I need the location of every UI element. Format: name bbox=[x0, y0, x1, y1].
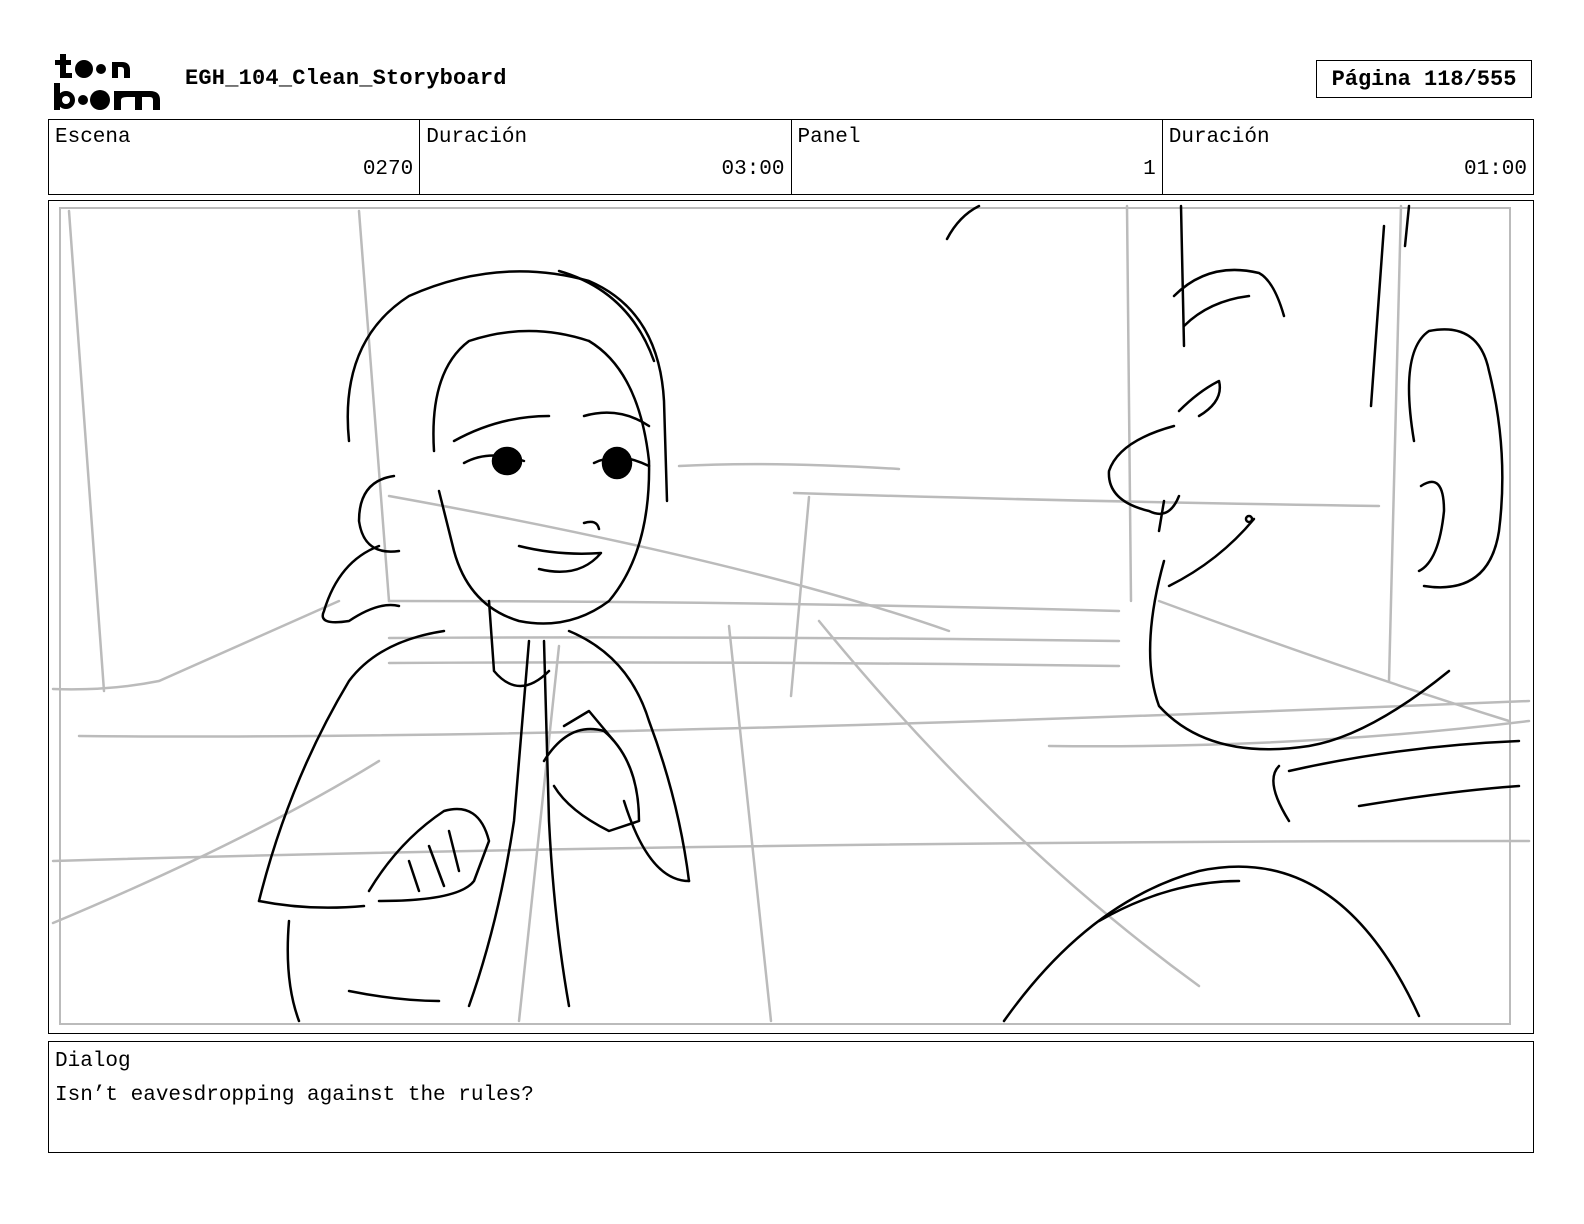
dialog-label: Dialog bbox=[55, 1050, 131, 1073]
storyboard-panel bbox=[48, 200, 1534, 1034]
safe-frame bbox=[59, 207, 1511, 1025]
scene-info-row: Escena 0270 Duración 03:00 Panel 1 Durac… bbox=[48, 119, 1534, 195]
panel-duration-value: 01:00 bbox=[1463, 158, 1527, 181]
background-guides bbox=[51, 204, 1531, 1023]
panel-duration-cell: Duración 01:00 bbox=[1163, 120, 1533, 194]
panel-label: Panel bbox=[797, 126, 861, 149]
scene-duration-label: Duración bbox=[426, 126, 528, 149]
girl-character bbox=[257, 269, 691, 1023]
panel-sketch bbox=[51, 204, 1531, 1025]
toon-boom-logo bbox=[54, 54, 160, 110]
scene-duration-value: 03:00 bbox=[721, 158, 785, 181]
panel-value: 1 bbox=[1143, 158, 1156, 181]
document-title: EGH_104_Clean_Storyboard bbox=[185, 66, 507, 91]
panel-duration-label: Duración bbox=[1168, 126, 1270, 149]
scene-value: 0270 bbox=[362, 158, 414, 181]
scene-cell: Escena 0270 bbox=[49, 120, 421, 194]
scene-duration-cell: Duración 03:00 bbox=[420, 120, 792, 194]
adult-character bbox=[945, 204, 1521, 1023]
dialog-box: Dialog Isn’t eavesdropping against the r… bbox=[48, 1041, 1534, 1153]
panel-cell: Panel 1 bbox=[792, 120, 1163, 194]
dialog-text: Isn’t eavesdropping against the rules? bbox=[55, 1084, 534, 1107]
scene-label: Escena bbox=[55, 126, 131, 149]
page-indicator: Página 118/555 bbox=[1316, 60, 1532, 98]
